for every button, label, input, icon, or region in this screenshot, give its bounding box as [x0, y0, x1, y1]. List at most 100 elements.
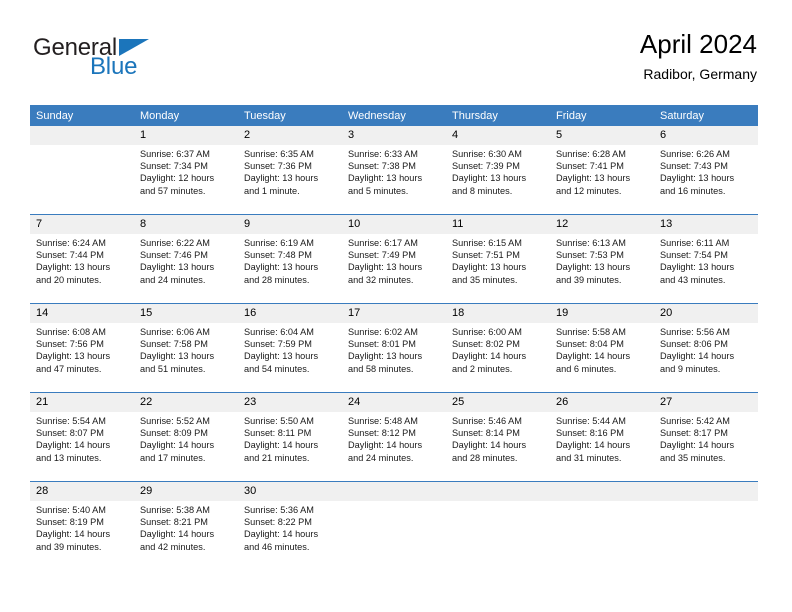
day-cell[interactable]: 13 Sunrise: 6:11 AM Sunset: 7:54 PM Dayligh…	[654, 214, 758, 304]
day-cell[interactable]: 17 Sunrise: 6:02 AM Sunset: 8:01 PM Dayligh…	[342, 303, 446, 393]
day-detail-line: and 39 minutes.	[556, 274, 622, 285]
day-cell[interactable]: 11 Sunrise: 6:15 AM Sunset: 7:51 PM Dayligh…	[446, 214, 550, 304]
day-detail-line: Sunrise: 6:19 AM	[244, 238, 314, 248]
weekday-header-thursday: Thursday	[446, 105, 550, 126]
day-detail-line: Sunset: 8:09 PM	[140, 428, 208, 439]
day-number: 3	[342, 126, 446, 145]
day-detail-line: Daylight: 12 hours	[140, 173, 215, 184]
day-cell[interactable]: 14 Sunrise: 6:08 AM Sunset: 7:56 PM Dayligh…	[30, 303, 134, 393]
day-cell[interactable]: 7 Sunrise: 6:24 AM Sunset: 7:44 PM Daylight…	[30, 214, 134, 304]
day-detail-line: Sunset: 7:41 PM	[556, 161, 624, 172]
day-detail-line: Sunset: 8:12 PM	[348, 428, 416, 439]
day-details: Sunrise: 6:15 AM Sunset: 7:51 PM Daylight:…	[446, 234, 550, 286]
day-detail-line: Daylight: 13 hours	[36, 262, 111, 273]
day-detail-line: and 51 minutes.	[140, 363, 206, 374]
day-cell[interactable]: 12 Sunrise: 6:13 AM Sunset: 7:53 PM Dayligh…	[550, 214, 654, 304]
day-detail-line: Sunrise: 5:52 AM	[140, 416, 210, 426]
day-details: Sunrise: 6:22 AM Sunset: 7:46 PM Daylight:…	[134, 234, 238, 286]
day-detail-line: Sunset: 8:06 PM	[660, 339, 728, 350]
day-cell[interactable]: 25 Sunrise: 5:46 AM Sunset: 8:14 PM Dayligh…	[446, 392, 550, 482]
day-cell[interactable]: 23 Sunrise: 5:50 AM Sunset: 8:11 PM Dayligh…	[238, 392, 342, 482]
day-detail-line: Sunrise: 5:58 AM	[556, 327, 626, 337]
day-details: Sunrise: 6:00 AM Sunset: 8:02 PM Daylight:…	[446, 323, 550, 375]
day-detail-line: Daylight: 13 hours	[36, 351, 111, 362]
day-cell[interactable]: 8 Sunrise: 6:22 AM Sunset: 7:46 PM Daylight…	[134, 214, 238, 304]
day-detail-line: Daylight: 14 hours	[452, 440, 527, 451]
day-detail-line: Daylight: 14 hours	[348, 440, 423, 451]
day-details: Sunrise: 6:30 AM Sunset: 7:39 PM Daylight:…	[446, 145, 550, 197]
day-cell[interactable]: 27 Sunrise: 5:42 AM Sunset: 8:17 PM Dayligh…	[654, 392, 758, 482]
day-cell[interactable]: 30 Sunrise: 5:36 AM Sunset: 8:22 PM Dayligh…	[238, 481, 342, 570]
day-cell-empty	[446, 481, 550, 570]
day-cell[interactable]: 19 Sunrise: 5:58 AM Sunset: 8:04 PM Dayligh…	[550, 303, 654, 393]
day-detail-line: Daylight: 13 hours	[140, 262, 215, 273]
day-detail-line: and 6 minutes.	[556, 363, 617, 374]
day-detail-line: Daylight: 13 hours	[660, 262, 735, 273]
week-row: 21 Sunrise: 5:54 AM Sunset: 8:07 PM Dayligh…	[30, 392, 758, 482]
weekday-header-saturday: Saturday	[654, 105, 758, 126]
day-cell[interactable]: 3 Sunrise: 6:33 AM Sunset: 7:38 PM Daylight…	[342, 126, 446, 215]
day-number: 9	[238, 215, 342, 234]
day-detail-line: Sunrise: 6:00 AM	[452, 327, 522, 337]
page-title: April 2024	[639, 29, 757, 59]
day-detail-line: Sunset: 7:44 PM	[36, 250, 104, 261]
day-number: 7	[30, 215, 134, 234]
day-details: Sunrise: 6:11 AM Sunset: 7:54 PM Daylight:…	[654, 234, 758, 286]
day-cell[interactable]: 10 Sunrise: 6:17 AM Sunset: 7:49 PM Dayligh…	[342, 214, 446, 304]
day-cell[interactable]: 26 Sunrise: 5:44 AM Sunset: 8:16 PM Dayligh…	[550, 392, 654, 482]
day-detail-line: Sunrise: 5:56 AM	[660, 327, 730, 337]
weekday-header-wednesday: Wednesday	[342, 105, 446, 126]
week-row: 7 Sunrise: 6:24 AM Sunset: 7:44 PM Daylight…	[30, 214, 758, 304]
day-detail-line: Sunrise: 6:02 AM	[348, 327, 418, 337]
day-details: Sunrise: 6:35 AM Sunset: 7:36 PM Daylight:…	[238, 145, 342, 197]
day-cell-empty	[654, 481, 758, 570]
day-detail-line: Sunrise: 5:36 AM	[244, 505, 314, 515]
day-cell[interactable]: 20 Sunrise: 5:56 AM Sunset: 8:06 PM Dayligh…	[654, 303, 758, 393]
day-detail-line: Sunrise: 6:17 AM	[348, 238, 418, 248]
day-detail-line: Sunset: 7:34 PM	[140, 161, 208, 172]
day-detail-line: Daylight: 13 hours	[452, 262, 527, 273]
day-detail-line: Daylight: 14 hours	[244, 529, 319, 540]
day-number	[342, 482, 446, 501]
day-detail-line: Sunrise: 6:08 AM	[36, 327, 106, 337]
general-blue-logo: General Blue	[33, 34, 193, 86]
day-detail-line: and 35 minutes.	[452, 274, 518, 285]
day-detail-line: Sunrise: 5:46 AM	[452, 416, 522, 426]
day-detail-line: and 57 minutes.	[140, 185, 206, 196]
day-details: Sunrise: 5:52 AM Sunset: 8:09 PM Daylight:…	[134, 412, 238, 464]
day-detail-line: Sunrise: 6:04 AM	[244, 327, 314, 337]
day-cell[interactable]: 1 Sunrise: 6:37 AM Sunset: 7:34 PM Daylight…	[134, 126, 238, 215]
day-details: Sunrise: 5:42 AM Sunset: 8:17 PM Daylight:…	[654, 412, 758, 464]
day-detail-line: and 54 minutes.	[244, 363, 310, 374]
day-detail-line: Sunrise: 6:28 AM	[556, 149, 626, 159]
day-details: Sunrise: 6:28 AM Sunset: 7:41 PM Daylight:…	[550, 145, 654, 197]
day-detail-line: Daylight: 13 hours	[556, 262, 631, 273]
day-cell[interactable]: 15 Sunrise: 6:06 AM Sunset: 7:58 PM Dayligh…	[134, 303, 238, 393]
day-number: 14	[30, 304, 134, 323]
day-cell[interactable]: 21 Sunrise: 5:54 AM Sunset: 8:07 PM Dayligh…	[30, 392, 134, 482]
day-cell[interactable]: 5 Sunrise: 6:28 AM Sunset: 7:41 PM Daylight…	[550, 126, 654, 215]
day-cell[interactable]: 24 Sunrise: 5:48 AM Sunset: 8:12 PM Dayligh…	[342, 392, 446, 482]
day-cell[interactable]: 6 Sunrise: 6:26 AM Sunset: 7:43 PM Daylight…	[654, 126, 758, 215]
calendar-page: General Blue April 2024 Radibor, Germany…	[0, 0, 792, 612]
day-number: 13	[654, 215, 758, 234]
day-detail-line: Daylight: 13 hours	[244, 262, 319, 273]
day-cell[interactable]: 28 Sunrise: 5:40 AM Sunset: 8:19 PM Dayligh…	[30, 481, 134, 570]
day-details: Sunrise: 6:08 AM Sunset: 7:56 PM Daylight:…	[30, 323, 134, 375]
day-detail-line: Daylight: 14 hours	[140, 529, 215, 540]
day-cell[interactable]: 29 Sunrise: 5:38 AM Sunset: 8:21 PM Dayligh…	[134, 481, 238, 570]
day-detail-line: Sunset: 7:48 PM	[244, 250, 312, 261]
day-detail-line: Daylight: 13 hours	[660, 173, 735, 184]
day-cell[interactable]: 2 Sunrise: 6:35 AM Sunset: 7:36 PM Daylight…	[238, 126, 342, 215]
day-cell[interactable]: 9 Sunrise: 6:19 AM Sunset: 7:48 PM Daylight…	[238, 214, 342, 304]
day-detail-line: Sunset: 7:58 PM	[140, 339, 208, 350]
day-cell[interactable]: 4 Sunrise: 6:30 AM Sunset: 7:39 PM Daylight…	[446, 126, 550, 215]
day-number: 18	[446, 304, 550, 323]
day-detail-line: Sunset: 7:39 PM	[452, 161, 520, 172]
day-cell[interactable]: 18 Sunrise: 6:00 AM Sunset: 8:02 PM Dayligh…	[446, 303, 550, 393]
day-cell[interactable]: 22 Sunrise: 5:52 AM Sunset: 8:09 PM Dayligh…	[134, 392, 238, 482]
day-detail-line: Sunset: 8:19 PM	[36, 517, 104, 528]
day-number: 15	[134, 304, 238, 323]
logo-text-blue: Blue	[90, 53, 138, 80]
day-cell[interactable]: 16 Sunrise: 6:04 AM Sunset: 7:59 PM Dayligh…	[238, 303, 342, 393]
